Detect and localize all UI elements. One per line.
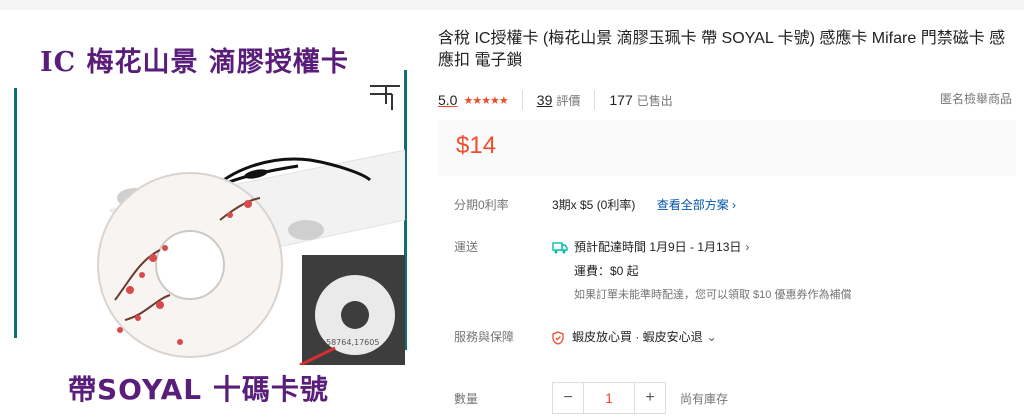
installment-value: 3期x $5 (0利率) xyxy=(552,198,636,212)
shipping-label: 運送 xyxy=(454,240,479,254)
shipping-estimate: 預計配達時間 1月9日 - 1月13日 xyxy=(574,240,742,254)
product-image[interactable]: IC 梅花山景 滴膠授權卡 58764,17605 帶SOYAL 十碼卡號 xyxy=(0,10,420,420)
shield-icon xyxy=(552,331,564,345)
product-info-panel: 含稅 IC授權卡 (梅花山景 滴膠玉珮卡 帶 SOYAL 卡號) 感應卡 Mif… xyxy=(438,10,1024,420)
report-product-link[interactable]: 匿名檢舉商品 xyxy=(940,90,1012,107)
sold-label: 已售出 xyxy=(636,93,673,108)
card-number-text: 58764,17605 xyxy=(326,338,379,347)
reviews-count[interactable]: 39 xyxy=(537,92,553,108)
quantity-label: 數量 xyxy=(454,392,479,406)
star-rating: ★★★★★ xyxy=(463,94,508,107)
view-all-plans-link[interactable]: 查看全部方案 › xyxy=(657,198,736,212)
service-label: 服務與保障 xyxy=(454,330,515,344)
rating-value[interactable]: 5.0 xyxy=(438,92,457,108)
divider xyxy=(594,90,596,110)
shipping-fee: 運費：$0 起 xyxy=(574,264,639,278)
chevron-right-icon: › xyxy=(745,240,750,254)
truck-icon xyxy=(552,242,568,254)
divider xyxy=(521,90,523,110)
reviews-label: 評價 xyxy=(556,93,581,108)
quantity-input[interactable]: 1 xyxy=(584,382,634,414)
keyfob-illustration: 58764,17605 xyxy=(97,85,405,365)
price-box: $14 xyxy=(438,120,1016,176)
quantity-increase-button[interactable]: + xyxy=(634,382,666,414)
chevron-down-icon: ⌄ xyxy=(706,330,717,344)
service-value: 蝦皮放心買 · 蝦皮安心退 xyxy=(572,330,703,344)
decor-line xyxy=(14,88,17,338)
top-bar xyxy=(0,0,1024,10)
image-footer: 帶SOYAL 十碼卡號 xyxy=(68,373,329,406)
quantity-decrease-button[interactable]: − xyxy=(552,382,584,414)
rating-row: 5.0 ★★★★★ 39 評價 177 已售出 匿名檢舉商品 xyxy=(438,90,1018,110)
service-guarantee-dropdown[interactable]: 蝦皮放心買 · 蝦皮安心退 ⌄ xyxy=(552,328,717,345)
stock-status: 尚有庫存 xyxy=(680,391,729,406)
image-title: IC 梅花山景 滴膠授權卡 xyxy=(40,47,349,78)
quantity-stepper: − 1 + 尚有庫存 xyxy=(552,382,728,414)
shipping-guarantee-note: 如果訂單未能準時配達，您可以領取 $10 優惠券作為補償 xyxy=(574,289,852,301)
installment-label: 分期0利率 xyxy=(454,198,509,212)
price: $14 xyxy=(456,132,497,159)
shipping-estimate-link[interactable]: 預計配達時間 1月9日 - 1月13日 › xyxy=(552,240,749,254)
product-title: 含稅 IC授權卡 (梅花山景 滴膠玉珮卡 帶 SOYAL 卡號) 感應卡 Mif… xyxy=(438,30,1006,69)
sold-count: 177 xyxy=(609,92,633,108)
